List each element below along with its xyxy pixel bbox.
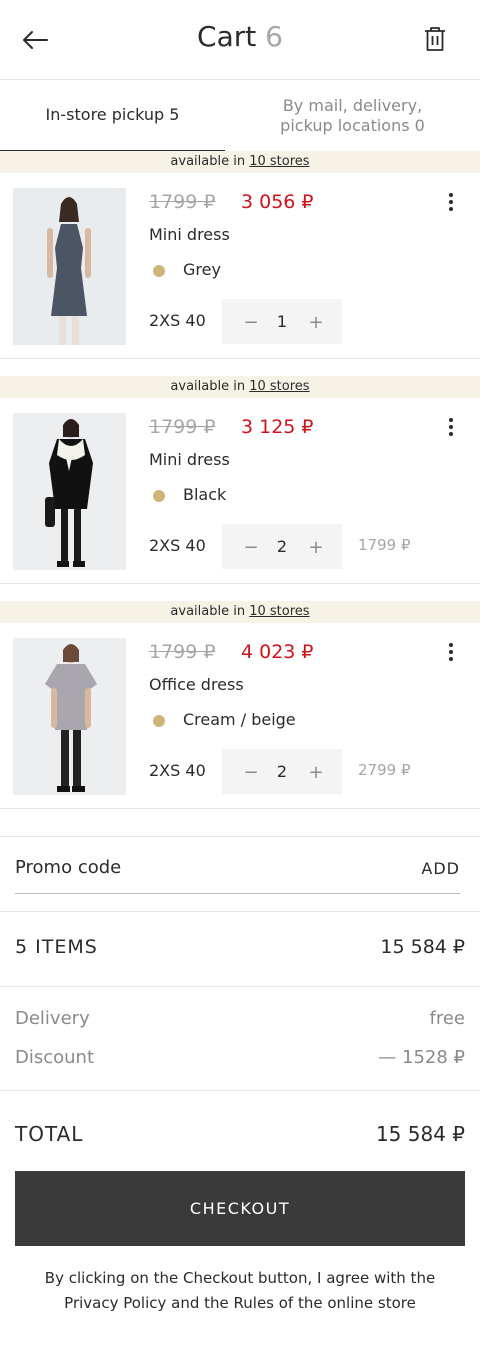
product-name[interactable]: Office dress bbox=[149, 675, 244, 694]
more-vertical-icon bbox=[449, 643, 453, 647]
total-value: 15 584 ₽ bbox=[375, 1122, 465, 1146]
promo-code-input[interactable]: Promo code bbox=[15, 857, 121, 878]
store-availability-strip: available in 10 stores bbox=[0, 601, 480, 623]
cart-title: Cart bbox=[197, 20, 257, 53]
promo-code-section: Promo code ADD bbox=[0, 836, 480, 912]
product-name[interactable]: Mini dress bbox=[149, 450, 230, 469]
promo-input-underline bbox=[15, 893, 460, 894]
old-price: 1799 ₽ bbox=[149, 416, 216, 438]
items-count-label: 5 ITEMS bbox=[15, 936, 98, 958]
checkout-agreement-text: By clicking on the Checkout button, I ag… bbox=[44, 1269, 436, 1312]
divider bbox=[0, 986, 480, 987]
quantity-stepper: − 2 + bbox=[222, 524, 342, 569]
stores-link[interactable]: 10 stores bbox=[249, 154, 309, 169]
old-price: 1799 ₽ bbox=[149, 191, 216, 213]
discount-label: Discount bbox=[15, 1047, 95, 1068]
quantity-stepper: − 1 + bbox=[222, 299, 342, 344]
product-color: Black bbox=[183, 485, 227, 504]
color-swatch bbox=[153, 265, 165, 277]
cart-count: 6 bbox=[265, 20, 283, 53]
office-dress-photo bbox=[13, 638, 126, 795]
availability-text: available in bbox=[170, 154, 246, 169]
product-image[interactable] bbox=[13, 638, 126, 795]
cart-item: 1799 ₽ 3 125 ₽ Mini dress Black 2XS 40 −… bbox=[0, 398, 480, 584]
more-vertical-icon bbox=[449, 193, 453, 197]
page-title: Cart 6 bbox=[0, 20, 480, 53]
cart-item: 1799 ₽ 3 056 ₽ Mini dress Grey 2XS 40 − … bbox=[0, 173, 480, 359]
more-options-button[interactable] bbox=[444, 641, 458, 663]
delivery-value: free bbox=[429, 1008, 466, 1029]
cart-item: 1799 ₽ 4 023 ₽ Office dress Cream / beig… bbox=[0, 623, 480, 809]
increase-quantity-button[interactable]: + bbox=[301, 307, 331, 337]
tab-by-mail-delivery[interactable]: By mail, delivery, pickup locations 0 bbox=[225, 80, 480, 152]
product-size: 2XS 40 bbox=[149, 761, 206, 780]
tab-in-store-pickup[interactable]: In-store pickup 5 bbox=[0, 80, 225, 152]
color-swatch bbox=[153, 490, 165, 502]
stores-link[interactable]: 10 stores bbox=[249, 379, 309, 394]
more-vertical-icon bbox=[449, 418, 453, 422]
discount-value: — 1528 ₽ bbox=[378, 1047, 465, 1068]
new-price: 3 056 ₽ bbox=[241, 191, 314, 213]
more-options-button[interactable] bbox=[444, 191, 458, 213]
divider bbox=[0, 1090, 480, 1091]
store-availability-strip: available in 10 stores bbox=[0, 151, 480, 173]
new-price: 4 023 ₽ bbox=[241, 641, 314, 663]
total-row: TOTAL 15 584 ₽ bbox=[15, 1122, 465, 1146]
total-label: TOTAL bbox=[15, 1122, 84, 1146]
unit-price: 2799 ₽ bbox=[358, 761, 411, 779]
new-price: 3 125 ₽ bbox=[241, 416, 314, 438]
grey-dress-photo bbox=[13, 188, 126, 345]
black-dress-photo bbox=[13, 413, 126, 570]
stores-link[interactable]: 10 stores bbox=[249, 604, 309, 619]
increase-quantity-button[interactable]: + bbox=[301, 757, 331, 787]
items-subtotal: 15 584 ₽ bbox=[380, 936, 465, 958]
availability-text: available in bbox=[170, 379, 246, 394]
trash-icon bbox=[425, 27, 445, 51]
product-image[interactable] bbox=[13, 413, 126, 570]
quantity-stepper: − 2 + bbox=[222, 749, 342, 794]
availability-text: available in bbox=[170, 604, 246, 619]
product-color: Cream / beige bbox=[183, 710, 296, 729]
unit-price: 1799 ₽ bbox=[358, 536, 411, 554]
discount-row: Discount — 1528 ₽ bbox=[15, 1047, 465, 1068]
product-size: 2XS 40 bbox=[149, 311, 206, 330]
old-price: 1799 ₽ bbox=[149, 641, 216, 663]
clear-cart-button[interactable] bbox=[420, 24, 450, 54]
checkout-button[interactable]: CHECKOUT bbox=[15, 1171, 465, 1246]
add-promo-button[interactable]: ADD bbox=[421, 859, 460, 878]
items-summary-row: 5 ITEMS 15 584 ₽ bbox=[15, 936, 465, 958]
product-size: 2XS 40 bbox=[149, 536, 206, 555]
product-name[interactable]: Mini dress bbox=[149, 225, 230, 244]
delivery-tabs: In-store pickup 5 By mail, delivery, pic… bbox=[0, 80, 480, 152]
product-color: Grey bbox=[183, 260, 221, 279]
color-swatch bbox=[153, 715, 165, 727]
store-availability-strip: available in 10 stores bbox=[0, 376, 480, 398]
delivery-row: Delivery free bbox=[15, 1008, 465, 1029]
increase-quantity-button[interactable]: + bbox=[301, 532, 331, 562]
product-image[interactable] bbox=[13, 188, 126, 345]
more-options-button[interactable] bbox=[444, 416, 458, 438]
delivery-label: Delivery bbox=[15, 1008, 90, 1029]
header: Cart 6 bbox=[0, 0, 480, 80]
